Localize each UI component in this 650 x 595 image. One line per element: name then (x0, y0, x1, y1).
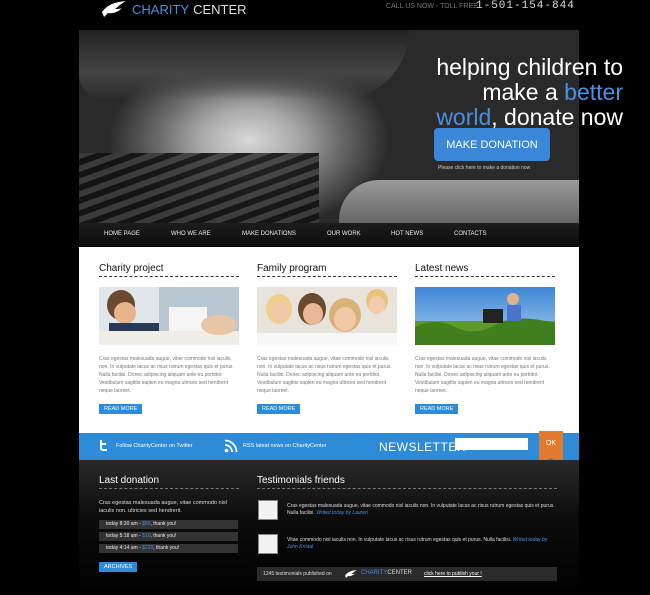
testimonials-title: Testimonials friends (257, 475, 345, 486)
phone-number: 1-501-154-844 (476, 0, 575, 12)
call-us-label: CALL US NOW - TOLL FREE (386, 3, 478, 10)
divider (415, 276, 555, 277)
hero-headline-line1: helping children to (436, 54, 623, 80)
archives-button[interactable]: ARCHIVES (99, 562, 138, 572)
nav-who-we-are[interactable]: WHO WE ARE (171, 231, 211, 237)
testimonial-text: Cras egestas malesuada augue, vitae comm… (287, 503, 555, 516)
nav-make-donations[interactable]: MAKE DONATIONS (242, 231, 296, 237)
donation-row: today 4:14 am - $220, thank you! (99, 544, 238, 553)
make-donation-button[interactable]: MAKE DONATION (434, 128, 550, 161)
main-nav: HOME PAGE WHO WE ARE MAKE DONATIONS OUR … (79, 223, 579, 246)
divider (257, 276, 397, 277)
divider (99, 488, 239, 489)
donation-row: today 5:18 am - $10, thank you! (99, 532, 238, 541)
testimonials-count: 1245 testimonials published on (263, 571, 332, 577)
dove-icon (102, 1, 126, 17)
logo[interactable]: CHARITY CENTER (100, 0, 247, 18)
latest-news-image (415, 287, 555, 345)
family-program-image (257, 287, 397, 345)
read-more-button[interactable]: READ MORE (99, 404, 143, 414)
nav-hot-news[interactable]: HOT NEWS (391, 231, 423, 237)
logo-text-center: CENTER (193, 1, 247, 17)
donation-row: today 8:30 am - $50, thank you! (99, 520, 238, 529)
rss-icon[interactable] (224, 439, 238, 453)
nav-home-page[interactable]: HOME PAGE (104, 231, 140, 237)
dove-icon (345, 570, 357, 578)
nav-our-work[interactable]: OUR WORK (327, 231, 361, 237)
testimonial-text: Vitae commodo nisl iaculis non. In vulpu… (287, 537, 548, 550)
publish-testimonial-link[interactable]: click here to publish your ! (424, 571, 482, 577)
read-more-button[interactable]: READ MORE (415, 404, 459, 414)
column-title-charity-project: Charity project (99, 263, 164, 274)
charity-project-image (99, 287, 239, 345)
testimonial-avatar (258, 534, 278, 554)
column-title-latest-news: Latest news (415, 263, 469, 274)
twitter-icon[interactable] (97, 439, 110, 452)
column-title-family-program: Family program (257, 263, 327, 274)
last-donation-text: Cras egestas malesuada augue, vitae comm… (99, 500, 227, 514)
read-more-button[interactable]: READ MORE (257, 404, 301, 414)
newsletter-title: NEWSLETTER (379, 440, 467, 454)
logo-text-charity: CHARITY (132, 1, 190, 17)
nav-contacts[interactable]: CONTACTS (454, 231, 487, 237)
last-donation-title: Last donation (99, 475, 160, 486)
follow-twitter-link[interactable]: Follow CharityCenter on Twitter (116, 443, 193, 449)
testimonial-avatar (258, 500, 278, 520)
divider (257, 488, 557, 489)
hero-headline-line3: world, donate now (436, 104, 623, 130)
rss-news-link[interactable]: RSS latest news on CharityCenter (243, 443, 326, 449)
donation-note-link[interactable]: Please click here to make a donation now (438, 165, 530, 171)
testimonials-count-bar: 1245 testimonials published on CHARITYCE… (257, 567, 557, 581)
column-text: Cras egestas malesuada augue, vitae comm… (257, 356, 392, 394)
newsletter-email-input[interactable] (455, 438, 528, 450)
column-text: Cras egestas malesuada augue, vitae comm… (99, 356, 234, 394)
footer-brand: CHARITYCENTER (361, 570, 413, 576)
divider (99, 276, 239, 277)
column-text: Cras egestas malesuada augue, vitae comm… (415, 356, 550, 394)
hero-headline-line2: make a better (482, 79, 623, 105)
